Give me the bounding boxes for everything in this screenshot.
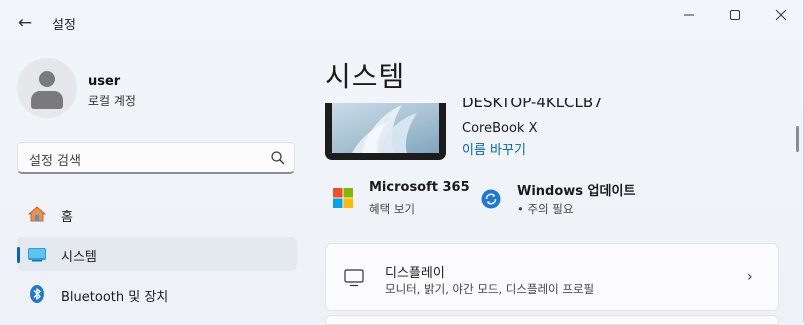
- display-card[interactable]: 디스플레이 모니터, 밝기, 야간 모드, 디스플레이 프로필 ›: [325, 243, 779, 311]
- bluetooth-icon: [30, 285, 44, 303]
- scrollbar-thumb[interactable]: [796, 126, 799, 152]
- monitor-icon: [28, 248, 46, 262]
- maximize-icon: [730, 10, 740, 20]
- close-icon: [775, 9, 787, 21]
- search-placeholder: 설정 검색: [29, 154, 81, 169]
- tile-subtitle: 혜택 보기: [369, 202, 415, 216]
- windows-update-icon: [481, 189, 501, 209]
- minimize-icon: [684, 14, 694, 16]
- back-button[interactable]: ←: [14, 12, 36, 34]
- device-model: CoreBook X: [462, 121, 538, 136]
- avatar-body: [31, 91, 63, 109]
- microsoft-logo-icon: [333, 188, 353, 208]
- card-title: 디스플레이: [385, 266, 445, 281]
- search-input[interactable]: 설정 검색: [17, 142, 295, 174]
- rename-link[interactable]: 이름 바꾸기: [462, 139, 526, 158]
- device-name: DESKTOP-4KLCLB7: [462, 98, 603, 110]
- sidebar-item-system[interactable]: 시스템: [17, 237, 297, 271]
- active-indicator: [17, 247, 20, 263]
- chevron-right-icon: ›: [747, 269, 753, 285]
- tile-title: Windows 업데이트: [517, 184, 636, 199]
- tile-subtitle: • 주의 필요: [517, 202, 574, 216]
- card-subtitle: 모니터, 밝기, 야간 모드, 디스플레이 프로필: [385, 282, 595, 296]
- sidebar-item-home[interactable]: 홈: [17, 197, 297, 231]
- settings-window: ← 설정 user 로컬 계정 설정 검색 홈 시스템 Bluetooth 및 …: [0, 0, 804, 325]
- minimize-button[interactable]: [666, 6, 712, 30]
- user-name: user: [88, 74, 121, 89]
- sidebar-item-bluetooth[interactable]: Bluetooth 및 장치: [17, 277, 297, 311]
- sidebar-item-label: 홈: [61, 210, 73, 225]
- device-wallpaper: [332, 103, 439, 153]
- sidebar-item-label: 시스템: [61, 250, 97, 265]
- search-icon[interactable]: [270, 150, 286, 166]
- home-icon: [27, 206, 47, 222]
- page-title: 시스템: [325, 60, 406, 93]
- next-card[interactable]: [325, 315, 779, 325]
- device-image: [325, 103, 446, 160]
- sidebar-item-label: Bluetooth 및 장치: [61, 290, 169, 305]
- tile-title: Microsoft 365: [369, 180, 470, 195]
- display-icon: [344, 269, 364, 287]
- close-button[interactable]: [758, 6, 804, 30]
- account-type: 로컬 계정: [88, 94, 136, 108]
- app-title: 설정: [52, 18, 76, 33]
- avatar[interactable]: [17, 58, 77, 118]
- avatar-head: [39, 71, 55, 87]
- maximize-button[interactable]: [712, 6, 758, 30]
